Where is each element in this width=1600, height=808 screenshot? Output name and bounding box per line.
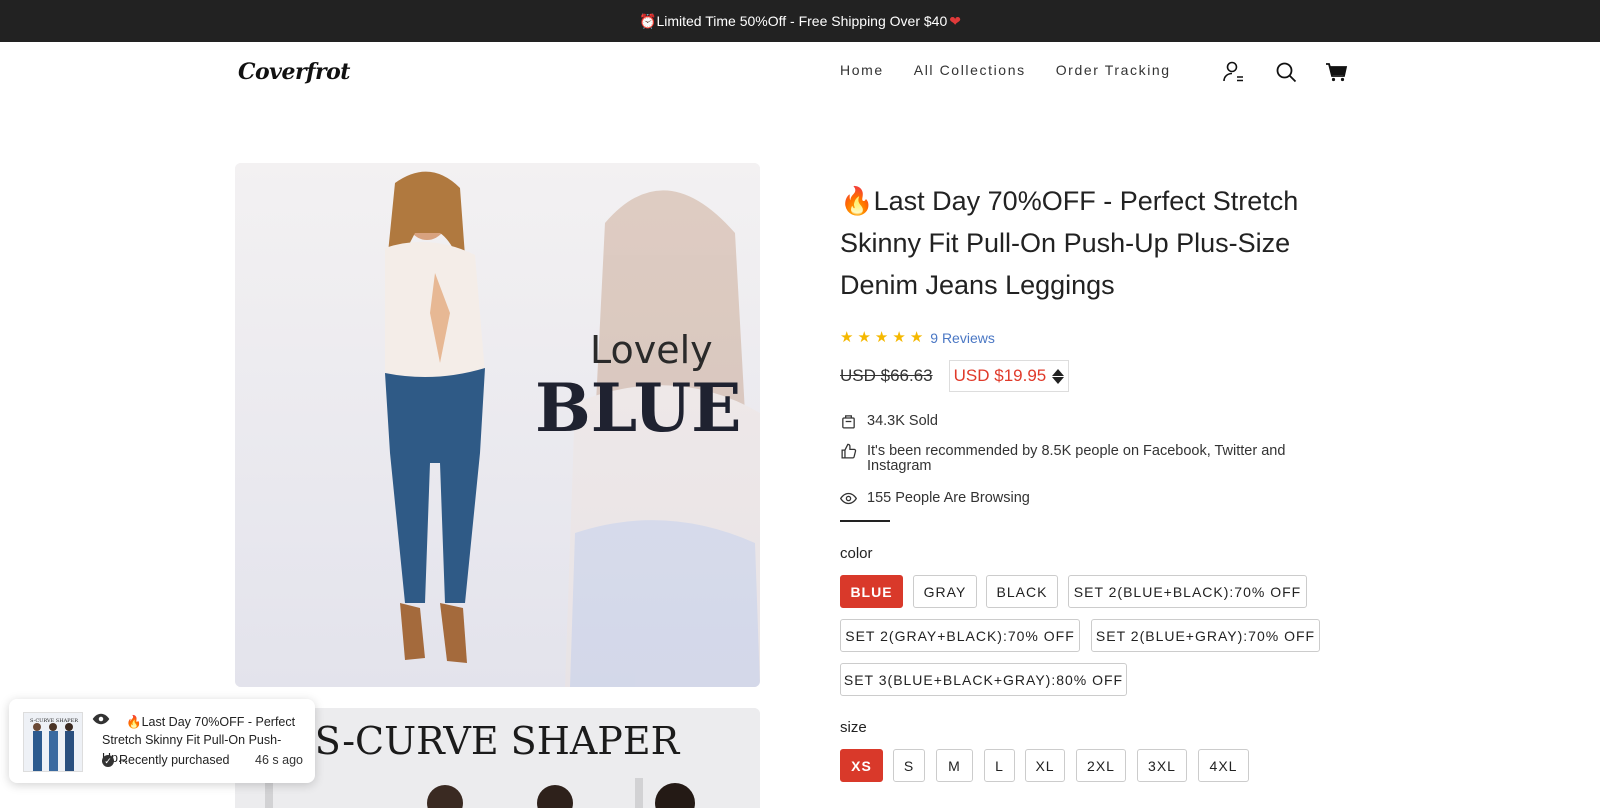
currency-selector[interactable]: USD $19.95: [948, 360, 1070, 392]
product-photo-blue: Lovely BLUE: [235, 163, 760, 687]
reviews-link[interactable]: 9 Reviews: [930, 330, 995, 346]
rating-row: ★ ★ ★ ★ ★ 9 Reviews: [840, 329, 995, 347]
eye-icon: [840, 492, 857, 505]
thumbs-up-icon: [841, 443, 857, 459]
image-caption-blue: BLUE: [535, 369, 741, 447]
product-image-1[interactable]: Lovely BLUE: [235, 163, 760, 687]
product-title: 🔥Last Day 70%OFF - Perfect Stretch Skinn…: [840, 186, 1299, 300]
color-option-set2-gray-black[interactable]: SET 2(GRAY+BLACK):70% OFF: [840, 619, 1080, 652]
sold-count: 34.3K Sold: [840, 414, 938, 430]
size-option-s[interactable]: S: [893, 749, 925, 782]
recommendation-text: It's been recommended by 8.5K people on …: [867, 443, 1286, 474]
bag-icon: [842, 415, 855, 429]
size-option-l[interactable]: L: [984, 749, 1015, 782]
account-icon[interactable]: [1222, 60, 1246, 84]
sold-text: 34.3K Sold: [867, 413, 938, 429]
nav-order-tracking[interactable]: Order Tracking: [1056, 62, 1171, 78]
color-option-blue[interactable]: BLUE: [840, 575, 903, 608]
recent-purchase-popup[interactable]: S-CURVE SHAPER 🔥Last Day 70%OFF - Perfec…: [9, 699, 315, 783]
old-price: USD $66.63: [840, 366, 933, 385]
color-option-gray[interactable]: GRAY: [913, 575, 977, 608]
color-option-set2-blue-gray[interactable]: SET 2(BLUE+GRAY):70% OFF: [1091, 619, 1320, 652]
sale-price: USD $19.95: [953, 366, 1047, 385]
size-option-4xl[interactable]: 4XL: [1198, 749, 1249, 782]
star-icon: ★: [874, 329, 889, 346]
size-option-3xl[interactable]: 3XL: [1137, 749, 1187, 782]
star-icon: ★: [892, 329, 906, 346]
toast-status: Recently purchased: [119, 753, 230, 767]
product-info: 🔥Last Day 70%OFF - Perfect Stretch Skinn…: [840, 180, 1340, 306]
search-icon[interactable]: [1274, 60, 1298, 84]
recommendation: It's been recommended by 8.5K people on …: [840, 444, 1310, 474]
sort-arrows-icon: [1052, 368, 1065, 384]
check-icon: ✓: [102, 755, 114, 767]
announcement-bar: ⏰Limited Time 50%Off - Free Shipping Ove…: [0, 0, 1600, 42]
announcement-text: ⏰Limited Time 50%Off - Free Shipping Ove…: [639, 12, 948, 29]
browsing-count: 155 People Are Browsing: [840, 491, 1030, 507]
heart-icon: ❤: [949, 12, 961, 29]
main-nav: Home All Collections Order Tracking: [840, 62, 1171, 78]
cart-icon[interactable]: [1325, 60, 1349, 84]
section-divider: [840, 520, 890, 522]
size-label: size: [840, 719, 867, 736]
size-option-m[interactable]: M: [936, 749, 973, 782]
size-option-2xl[interactable]: 2XL: [1076, 749, 1126, 782]
size-option-xs[interactable]: XS: [840, 749, 883, 782]
image-caption-shaper: S-CURVE SHAPER: [315, 719, 681, 763]
price-row: USD $66.63 USD $19.95: [840, 360, 1070, 392]
site-header: Coverfrot Home All Collections Order Tra…: [0, 42, 1600, 102]
star-icon: ★: [909, 329, 924, 346]
star-icon: ★: [840, 329, 854, 346]
nav-home[interactable]: Home: [840, 62, 884, 78]
star-icon: ★: [857, 329, 871, 346]
color-option-set3[interactable]: SET 3(BLUE+BLACK+GRAY):80% OFF: [840, 663, 1127, 696]
color-option-black[interactable]: BLACK: [986, 575, 1058, 608]
site-logo[interactable]: Coverfrot: [238, 59, 350, 85]
image-caption-lovely: Lovely: [590, 328, 713, 372]
browsing-text: 155 People Are Browsing: [867, 490, 1030, 506]
toast-product-thumbnail: S-CURVE SHAPER: [23, 712, 83, 772]
nav-all-collections[interactable]: All Collections: [914, 62, 1026, 78]
toast-time: 46 s ago: [255, 753, 303, 767]
color-label: color: [840, 545, 873, 562]
color-option-set2-blue-black[interactable]: SET 2(BLUE+BLACK):70% OFF: [1068, 575, 1307, 608]
size-option-xl[interactable]: XL: [1025, 749, 1065, 782]
